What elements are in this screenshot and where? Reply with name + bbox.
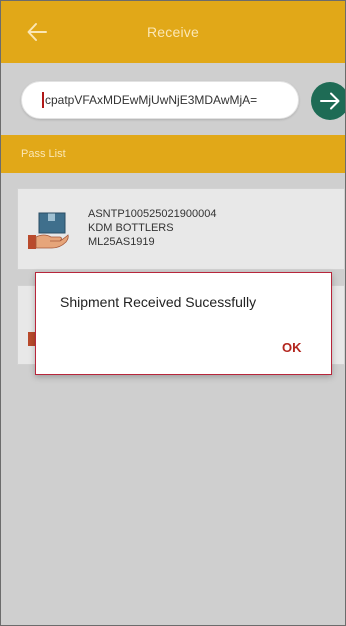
submit-button[interactable]: [311, 82, 345, 120]
pass-list-title: Pass List: [21, 148, 66, 160]
pass-details: ASNTP100525021900004 KDM BOTTLERS ML25AS…: [88, 207, 216, 249]
search-band: cpatpVFAxMDEwMjUwNjE3MDAwMjA=: [1, 63, 345, 135]
text-cursor: [42, 92, 44, 108]
vehicle-number: ML25AS1919: [88, 236, 155, 248]
ok-button[interactable]: OK: [282, 340, 302, 355]
pass-list-item[interactable]: ASNTP100525021900004 KDM BOTTLERS ML25AS…: [17, 188, 345, 270]
app-bar: Receive: [1, 1, 345, 63]
page-title: Receive: [147, 24, 199, 40]
app-frame: Receive cpatpVFAxMDEwMjUwNjE3MDAwMjA= Pa…: [0, 0, 346, 626]
pass-list: ASNTP100525021900004 KDM BOTTLERS ML25AS…: [1, 173, 345, 625]
arrow-right-icon: [320, 92, 340, 110]
qr-code-input[interactable]: cpatpVFAxMDEwMjUwNjE3MDAwMjA=: [21, 81, 299, 119]
company-name: KDM BOTTLERS: [88, 222, 174, 234]
dialog-message: Shipment Received Sucessfully: [60, 294, 257, 310]
pass-number: ASNTP100525021900004: [88, 208, 217, 220]
package-hand-icon: [28, 212, 69, 249]
qr-code-value: cpatpVFAxMDEwMjUwNjE3MDAwMjA=: [45, 93, 258, 107]
success-dialog: Shipment Received Sucessfully OK: [35, 272, 332, 375]
pass-list-header: Pass List: [1, 135, 345, 173]
